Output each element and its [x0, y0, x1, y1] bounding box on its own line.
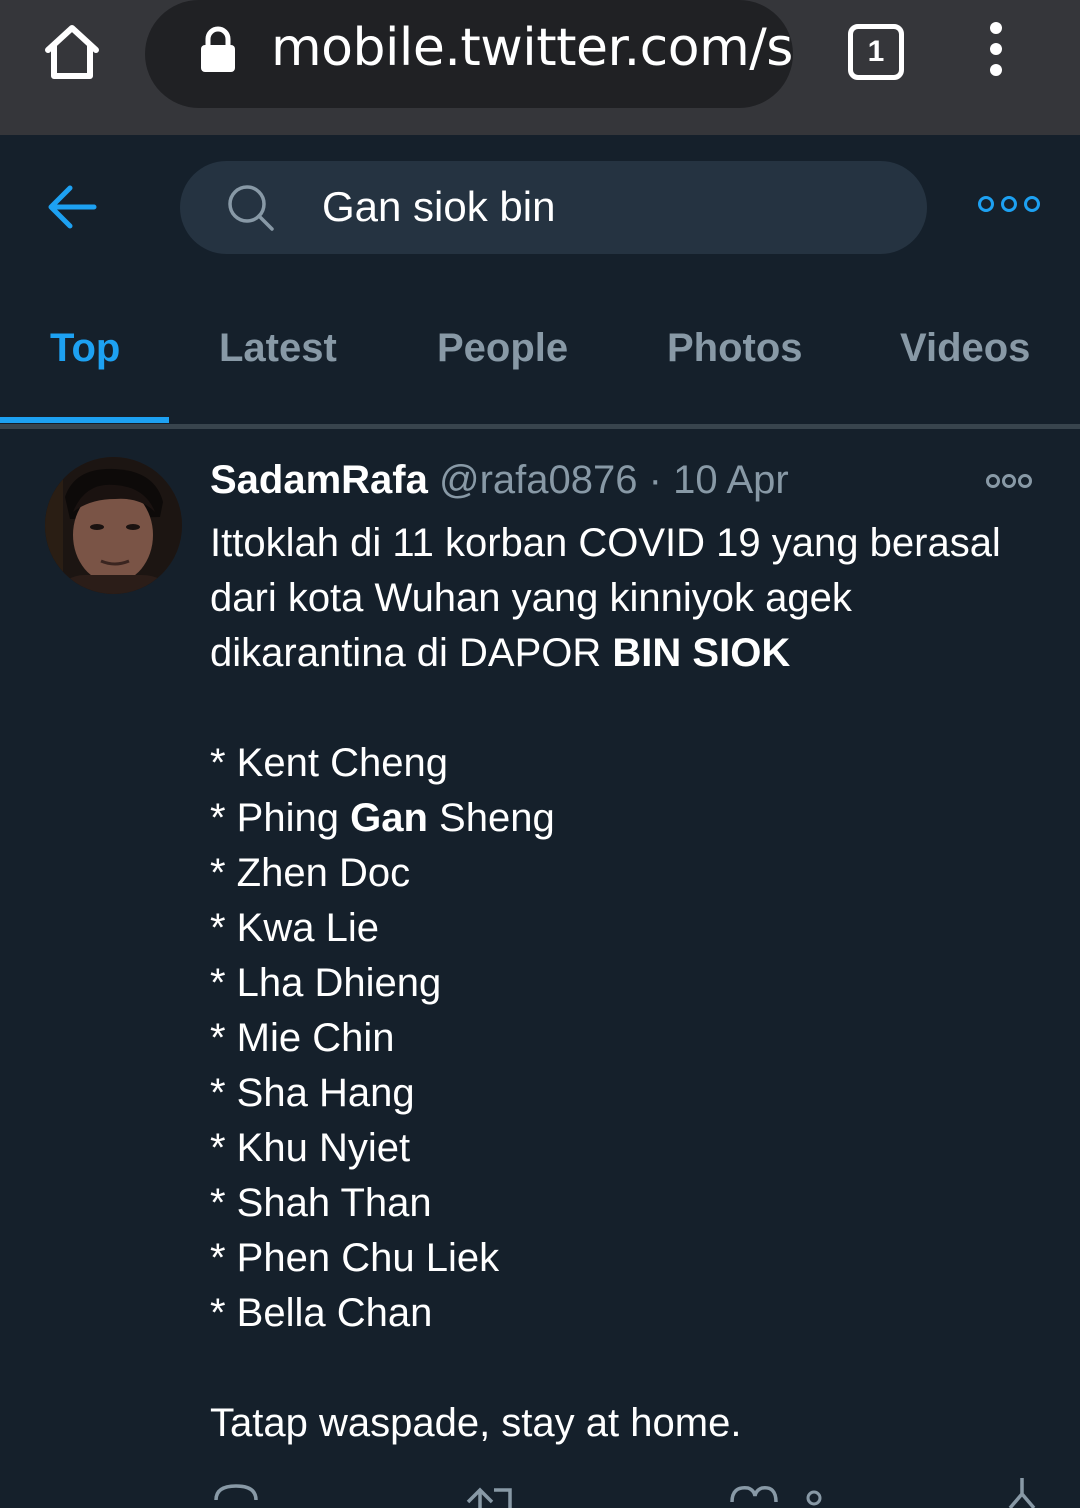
list-item-text: * Sha Hang — [210, 1071, 415, 1115]
like-count-icon — [806, 1490, 822, 1506]
tab-people[interactable]: People — [437, 326, 568, 371]
search-input[interactable]: Gan siok bin — [180, 161, 927, 254]
tweet-header: SadamRafa @rafa0876 · 10 Apr — [210, 458, 789, 503]
highlighted-keyword: Gan — [350, 796, 428, 840]
back-arrow-icon[interactable] — [44, 182, 100, 232]
retweet-icon[interactable] — [466, 1487, 512, 1508]
tweet-actions — [214, 1478, 1036, 1508]
like-icon[interactable] — [730, 1486, 778, 1503]
list-item: * Phen Chu Liek — [210, 1231, 1060, 1286]
list-item: * Phing Gan Sheng — [210, 791, 1060, 846]
tweet-line: dari kota Wuhan yang kinniyok agek — [210, 576, 852, 620]
list-item-text: * Zhen Doc — [210, 851, 411, 895]
tweet-date[interactable]: 10 Apr — [673, 458, 789, 502]
list-item: * Kwa Lie — [210, 901, 1060, 956]
avatar[interactable] — [45, 457, 182, 594]
display-name[interactable]: SadamRafa — [210, 458, 428, 502]
list-item-text: * Phing — [210, 796, 351, 840]
list-item-text: * Bella Chan — [210, 1291, 433, 1335]
list-item: * Zhen Doc — [210, 846, 1060, 901]
lock-icon — [201, 26, 235, 72]
browser-toolbar: mobile.twitter.com/s 1 — [0, 0, 1080, 135]
tweet-text: Ittoklah di 11 korban COVID 19 yang bera… — [210, 516, 1060, 1451]
list-item-text: * Mie Chin — [210, 1016, 395, 1060]
address-bar[interactable]: mobile.twitter.com/s — [145, 0, 793, 108]
tab-count: 1 — [867, 35, 885, 68]
tab-photos[interactable]: Photos — [667, 326, 803, 371]
list-item-text: * Khu Nyiet — [210, 1126, 411, 1170]
list-item-text: * Kent Cheng — [210, 741, 448, 785]
list-item-text: Sheng — [427, 796, 555, 840]
list-item-text: * Phen Chu Liek — [210, 1236, 500, 1280]
list-item: * Khu Nyiet — [210, 1121, 1060, 1176]
name-list: * Kent Cheng * Phing Gan Sheng * Zhen Doc *… — [210, 736, 1060, 1341]
list-item: * Kent Cheng — [210, 736, 1060, 791]
tabs-divider — [0, 424, 1080, 429]
search-tabs: Top Latest People Photos Videos — [0, 290, 1080, 430]
tweet-line: dikarantina di DAPOR BIN SIOK — [210, 626, 1060, 681]
tweet-closing: Tatap waspade, stay at home. — [210, 1401, 742, 1445]
meta-separator: · — [648, 458, 662, 502]
search-icon — [228, 185, 274, 231]
tweet-text-segment: dikarantina di DAPOR — [210, 631, 613, 675]
tab-videos[interactable]: Videos — [900, 326, 1030, 371]
list-item: * Shah Than — [210, 1176, 1060, 1231]
menu-icon[interactable] — [982, 22, 1010, 82]
tab-latest[interactable]: Latest — [219, 326, 337, 371]
list-item: * Mie Chin — [210, 1011, 1060, 1066]
highlighted-keyword: BIN SIOK — [612, 631, 791, 675]
active-tab-indicator — [0, 417, 169, 423]
more-options-icon[interactable] — [978, 196, 1040, 218]
list-item: * Bella Chan — [210, 1286, 1060, 1341]
home-icon[interactable] — [40, 20, 104, 84]
handle[interactable]: @rafa0876 — [439, 458, 638, 502]
list-item: * Lha Dhieng — [210, 956, 1060, 1011]
tweet-more-icon[interactable] — [986, 474, 1032, 490]
list-item-text: * Kwa Lie — [210, 906, 379, 950]
tab-top[interactable]: Top — [50, 326, 120, 371]
share-icon[interactable] — [1008, 1478, 1036, 1508]
tab-switcher-icon[interactable]: 1 — [848, 24, 904, 80]
list-item: * Sha Hang — [210, 1066, 1060, 1121]
list-item-text: * Shah Than — [210, 1181, 432, 1225]
tweet-line: Ittoklah di 11 korban COVID 19 yang bera… — [210, 521, 1001, 565]
search-query[interactable]: Gan siok bin — [322, 183, 555, 231]
list-item-text: * Lha Dhieng — [210, 961, 442, 1005]
address-url[interactable]: mobile.twitter.com/s — [271, 18, 793, 78]
